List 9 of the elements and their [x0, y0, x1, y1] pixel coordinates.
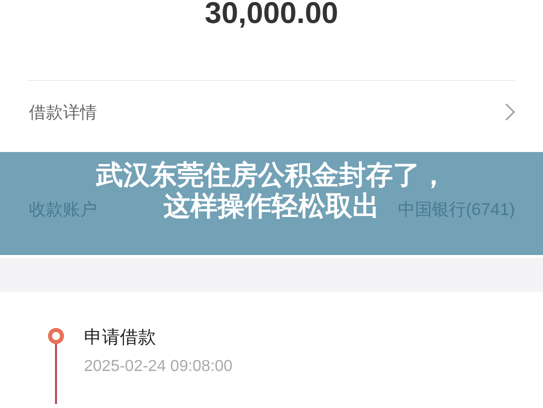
row-label[interactable]: 借款详情	[29, 100, 97, 124]
step-title: 申请借款	[84, 328, 157, 348]
banner-title: 这样操作轻松取出	[164, 191, 380, 222]
timeline-dot	[48, 328, 64, 344]
loan-amount: 30,000.00	[204, 0, 340, 32]
timeline-line	[55, 344, 57, 404]
banner-title: 武汉东莞住房公积金封存了，	[96, 160, 447, 191]
chevron-right-icon	[505, 103, 515, 121]
step-time: 2025-02-24 09:08:00	[84, 358, 233, 376]
